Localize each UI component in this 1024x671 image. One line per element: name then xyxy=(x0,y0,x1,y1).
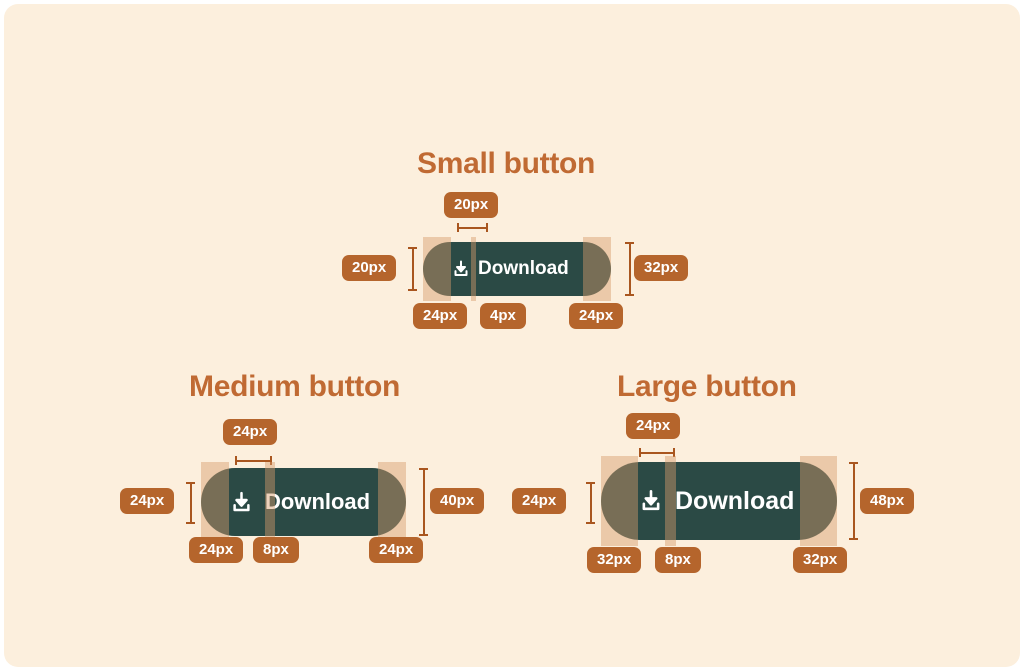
small-right-padding-overlay xyxy=(583,237,611,301)
small-button-heading: Small button xyxy=(417,147,596,180)
large-gap-badge: 8px xyxy=(655,547,701,573)
small-button-height-dimension-line xyxy=(625,242,634,296)
download-icon xyxy=(233,491,250,511)
large-right-padding-badge: 32px xyxy=(793,547,848,573)
medium-right-padding-badge: 24px xyxy=(369,537,424,563)
small-download-button-label: Download xyxy=(478,258,569,279)
small-icon-height-dimension-line xyxy=(408,247,417,291)
large-icon-size-badge: 24px xyxy=(626,413,681,439)
large-button-height-badge: 48px xyxy=(860,488,915,514)
medium-download-button[interactable]: Download xyxy=(201,468,406,536)
medium-download-button-label: Download xyxy=(265,489,371,514)
small-icon-size-badge: 20px xyxy=(444,192,499,218)
small-button-height-badge: 32px xyxy=(634,255,689,281)
large-icon-height-badge: 24px xyxy=(512,488,567,514)
medium-left-padding-badge: 24px xyxy=(189,537,244,563)
medium-left-padding-overlay xyxy=(201,462,229,542)
small-right-padding-badge: 24px xyxy=(569,303,624,329)
medium-button-height-dimension-line xyxy=(419,468,428,536)
medium-button-heading: Medium button xyxy=(189,370,401,403)
design-spec-canvas: Small button 20px 20px 32px Download 24p… xyxy=(4,4,1020,667)
medium-icon-height-dimension-line xyxy=(186,482,195,524)
medium-gap-badge: 8px xyxy=(253,537,299,563)
large-left-padding-overlay xyxy=(601,456,638,546)
large-left-padding-badge: 32px xyxy=(587,547,642,573)
medium-icon-size-badge: 24px xyxy=(223,419,278,445)
small-gap-overlay xyxy=(471,237,476,301)
small-icon-size-dimension-line xyxy=(457,223,488,232)
large-button-heading: Large button xyxy=(617,370,797,403)
medium-right-padding-overlay xyxy=(378,462,406,542)
small-left-padding-overlay xyxy=(423,237,451,301)
large-right-padding-overlay xyxy=(800,456,837,546)
large-gap-overlay xyxy=(665,456,676,546)
medium-button-height-badge: 40px xyxy=(430,488,485,514)
small-gap-badge: 4px xyxy=(480,303,526,329)
large-download-button-label: Download xyxy=(675,486,795,515)
download-icon xyxy=(454,260,468,276)
large-button-height-dimension-line xyxy=(849,462,858,540)
medium-icon-height-badge: 24px xyxy=(120,488,175,514)
medium-gap-overlay xyxy=(265,462,275,542)
small-icon-height-badge: 20px xyxy=(342,255,397,281)
large-icon-height-dimension-line xyxy=(586,482,595,524)
small-left-padding-badge: 24px xyxy=(413,303,468,329)
download-icon xyxy=(642,489,660,511)
